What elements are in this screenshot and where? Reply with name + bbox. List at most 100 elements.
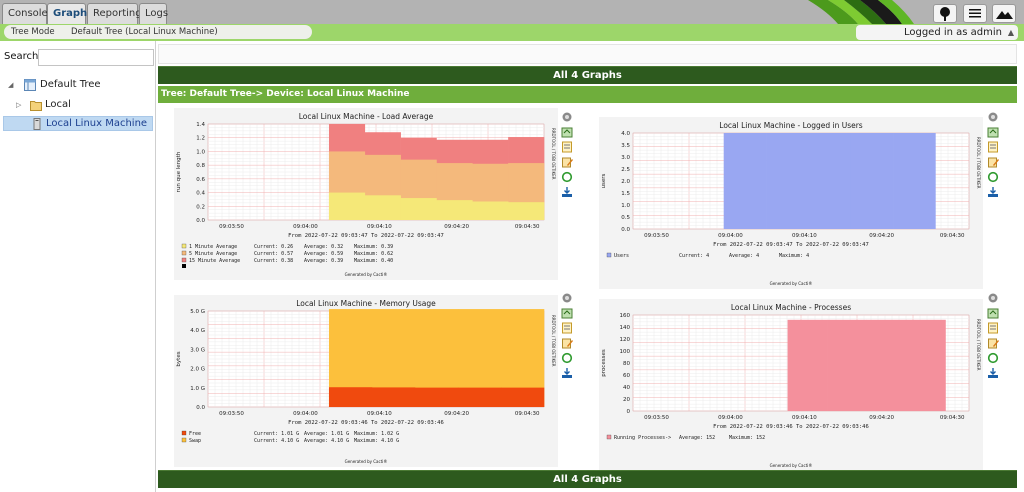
graph-processes[interactable]: Local Linux Machine - Processes processes… xyxy=(599,299,983,471)
graph-card[interactable]: Local Linux Machine - Load Average run qu… xyxy=(174,108,558,280)
zoom-gear-icon[interactable] xyxy=(561,292,573,304)
graph-memory-usage[interactable]: Local Linux Machine - Memory Usage bytes R… xyxy=(174,295,558,467)
legend-label: Free xyxy=(189,431,201,437)
edit-icon[interactable] xyxy=(987,156,999,168)
export-icon[interactable] xyxy=(987,126,999,138)
legend-swatch xyxy=(182,264,186,268)
export-icon[interactable] xyxy=(561,126,573,138)
refresh-icon[interactable] xyxy=(561,171,573,183)
details-icon[interactable] xyxy=(561,141,573,153)
export-icon[interactable] xyxy=(561,307,573,319)
series-area-segment xyxy=(850,133,894,229)
login-status[interactable]: Logged in as admin ▲ xyxy=(856,25,1018,40)
series-area-segment xyxy=(472,201,509,220)
x-tick-label: 09:03:50 xyxy=(219,411,244,417)
graph-card[interactable]: Local Linux Machine - Memory Usage bytes R… xyxy=(174,295,558,467)
tree-item-local[interactable]: ▷ Local xyxy=(14,97,148,113)
tab-graphs[interactable]: Graphs xyxy=(47,3,93,24)
preview-view-button[interactable] xyxy=(992,4,1016,23)
refresh-icon[interactable] xyxy=(561,352,573,364)
download-icon[interactable] xyxy=(987,367,999,379)
refresh-icon[interactable] xyxy=(987,171,999,183)
sidebar: Search ◢ Default Tree ▷ Local Local Linu… xyxy=(0,41,156,492)
graph-card[interactable]: Local Linux Machine - Processes processes… xyxy=(599,299,983,471)
x-tick-label: 09:04:10 xyxy=(367,224,392,230)
tree-icon xyxy=(940,7,950,21)
details-icon[interactable] xyxy=(561,322,573,334)
y-tick-label: 2.0 G xyxy=(190,367,205,373)
x-tick-label: 09:03:50 xyxy=(644,233,669,239)
x-tick-label: 09:04:00 xyxy=(718,415,743,421)
zoom-gear-icon[interactable] xyxy=(987,111,999,123)
download-icon[interactable] xyxy=(987,186,999,198)
chart-title: Local Linux Machine - Memory Usage xyxy=(296,299,436,308)
series-area-segment xyxy=(328,387,373,407)
chart-y-label: users xyxy=(601,173,607,188)
device-icon xyxy=(31,118,43,130)
x-tick-label: 09:04:30 xyxy=(940,415,965,421)
chart-y-label: bytes xyxy=(176,351,182,366)
x-tick-label: 09:04:30 xyxy=(940,233,965,239)
x-tick-label: 09:03:50 xyxy=(644,415,669,421)
chart-y-label: processes xyxy=(601,349,607,377)
list-view-button[interactable] xyxy=(963,4,987,23)
tree-view-button[interactable] xyxy=(933,4,957,23)
y-tick-label: 80 xyxy=(623,361,630,367)
graphs-footer: All 4 Graphs xyxy=(158,470,1017,488)
tab-reporting[interactable]: Reporting xyxy=(87,3,142,24)
legend-label: 15 Minute Average xyxy=(189,258,240,264)
tree-item-label: Local xyxy=(45,99,71,110)
series-area-segment xyxy=(787,319,828,411)
edit-icon[interactable] xyxy=(561,156,573,168)
graph-load-average[interactable]: Local Linux Machine - Load Average run qu… xyxy=(174,108,558,280)
tab-console[interactable]: Console xyxy=(2,3,48,24)
breadcrumb-current: Default Tree (Local Linux Machine) xyxy=(64,25,312,39)
graph-logged-in-users[interactable]: Local Linux Machine - Logged in Users use… xyxy=(599,117,983,289)
download-icon[interactable] xyxy=(561,186,573,198)
series-area-segment xyxy=(371,387,416,407)
y-tick-label: 2.5 xyxy=(621,167,630,173)
legend-swatch xyxy=(606,434,612,440)
y-tick-label: 0.8 xyxy=(196,163,205,169)
refresh-icon[interactable] xyxy=(987,352,999,364)
legend-maximum: Maximum: 4 xyxy=(779,253,809,259)
details-icon[interactable] xyxy=(987,322,999,334)
legend-swatch xyxy=(181,430,187,436)
edit-icon[interactable] xyxy=(561,337,573,349)
x-tick-label: 09:04:20 xyxy=(444,224,469,230)
legend-average: Average: 152 xyxy=(679,435,715,441)
zoom-gear-icon[interactable] xyxy=(561,111,573,123)
series-area-segment xyxy=(414,387,459,407)
series-area-segment xyxy=(766,133,809,229)
tree-item-local-linux-machine[interactable]: Local Linux Machine xyxy=(3,116,153,131)
download-icon[interactable] xyxy=(561,367,573,379)
breadcrumb-tree-mode[interactable]: Tree Mode xyxy=(4,25,64,39)
chart-title: Local Linux Machine - Load Average xyxy=(299,112,434,121)
list-icon xyxy=(969,9,981,18)
series-area-segment xyxy=(893,133,936,229)
time-range: From 2022-07-22 09:03:47 To 2022-07-22 0… xyxy=(288,233,444,239)
export-icon[interactable] xyxy=(987,307,999,319)
legend-average: Average: 4.10 G xyxy=(304,438,349,444)
y-tick-label: 140 xyxy=(620,325,631,331)
search-input[interactable] xyxy=(38,49,154,66)
legend-maximum: Maximum: 4.10 G xyxy=(354,438,399,444)
details-icon[interactable] xyxy=(987,141,999,153)
legend-label: 5 Minute Average xyxy=(189,251,237,257)
series-area-segment xyxy=(827,319,867,411)
legend-label: Users xyxy=(614,253,629,259)
tree-item-default-tree[interactable]: ◢ Default Tree xyxy=(8,77,148,93)
legend-average: Average: 0.59 xyxy=(304,251,343,257)
legend-maximum: Maximum: 1.02 G xyxy=(354,431,399,437)
edit-icon[interactable] xyxy=(987,337,999,349)
graph-card[interactable]: Local Linux Machine - Logged in Users use… xyxy=(599,117,983,289)
zoom-gear-icon[interactable] xyxy=(987,292,999,304)
x-tick-label: 09:04:30 xyxy=(515,224,540,230)
login-text: Logged in as admin xyxy=(903,27,1002,38)
graph-actions xyxy=(561,111,575,201)
tab-logs[interactable]: Logs xyxy=(139,3,168,24)
series-area-segment xyxy=(906,319,946,411)
x-tick-label: 09:04:10 xyxy=(792,233,817,239)
y-tick-label: 0.2 xyxy=(196,204,205,210)
y-tick-label: 3.5 xyxy=(621,143,630,149)
